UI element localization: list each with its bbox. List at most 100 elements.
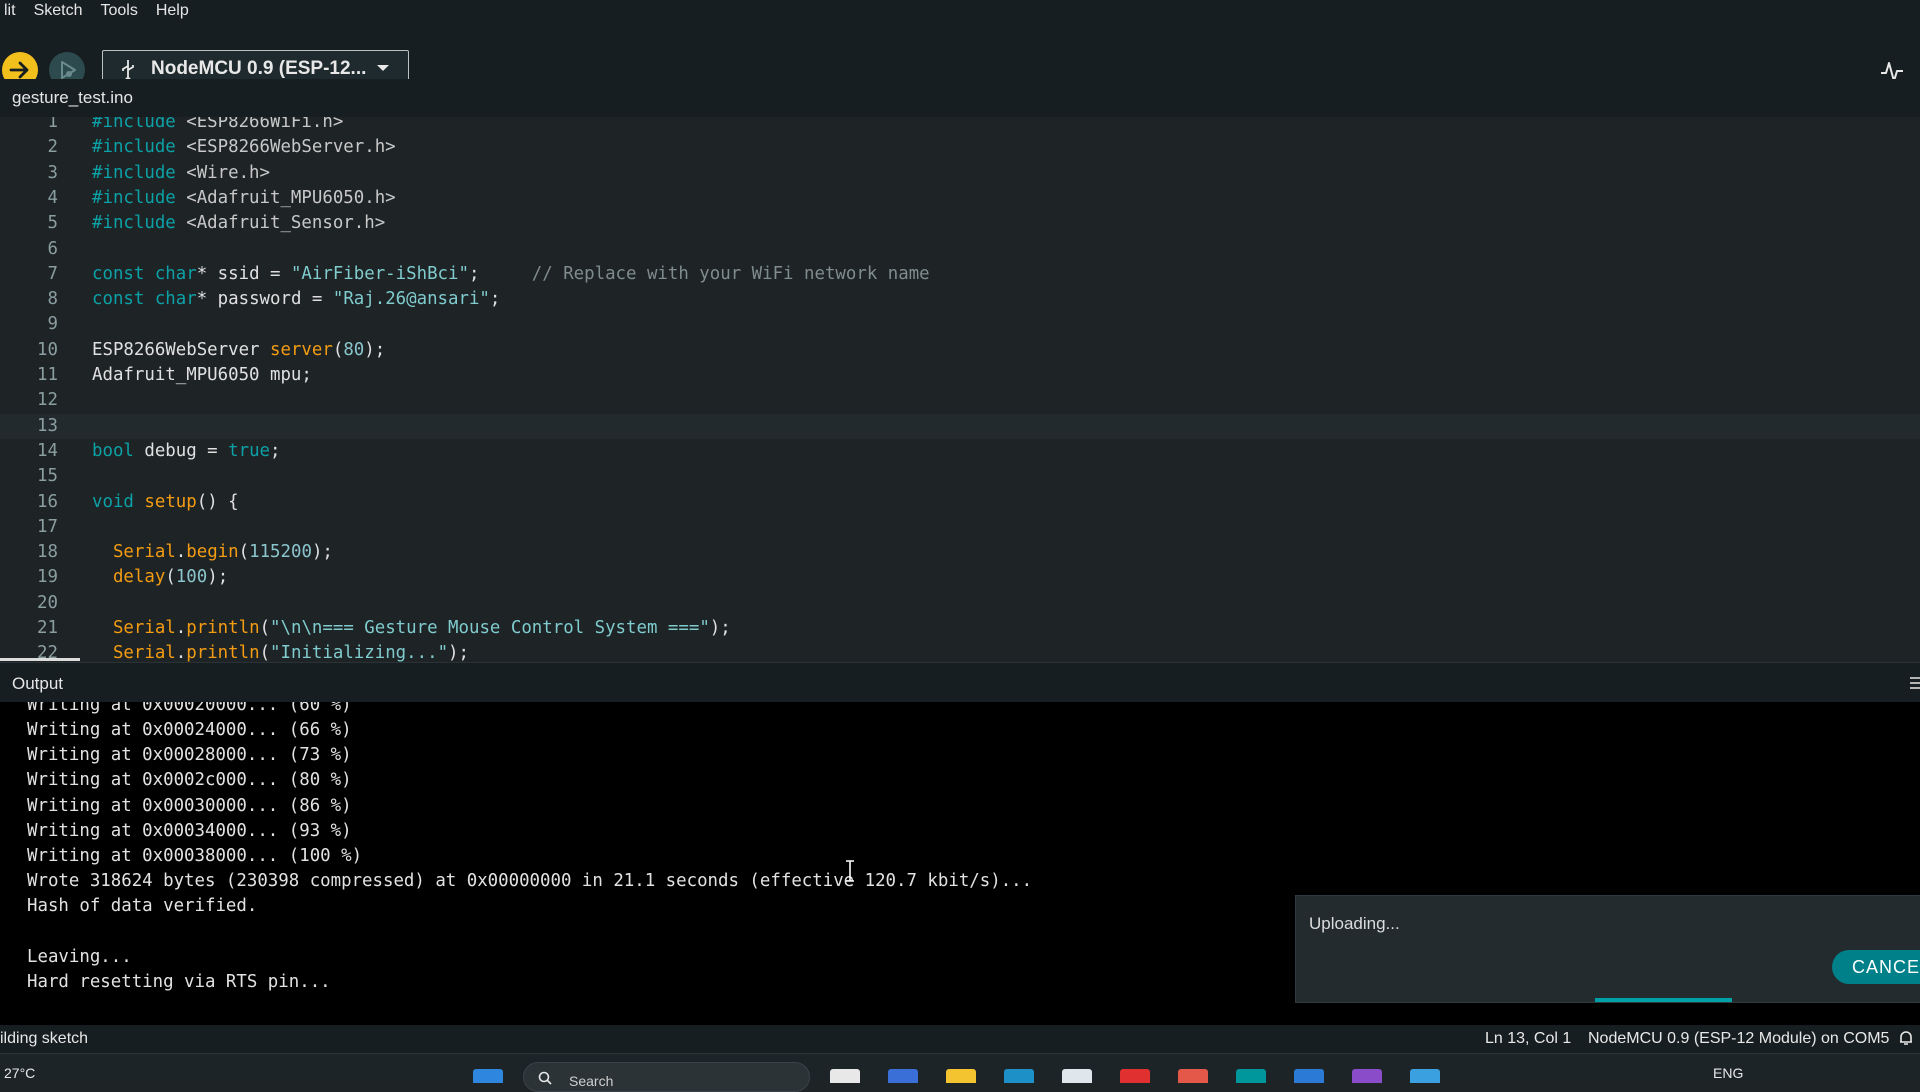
- code-line[interactable]: 15: [0, 464, 1920, 489]
- code-line[interactable]: 10 ESP8266WebServer server(80);: [0, 338, 1920, 363]
- code-line[interactable]: 11 Adafruit_MPU6050 mpu;: [0, 363, 1920, 388]
- code-line[interactable]: 13: [0, 413, 1920, 439]
- tab-strip: gesture_test.ino: [0, 79, 1920, 117]
- code-text: Adafruit_MPU6050 mpu;: [92, 363, 312, 388]
- code-token: <Wire.h>: [175, 162, 270, 183]
- notification-text: Uploading...: [1309, 914, 1400, 933]
- task-view-icon[interactable]: [830, 1069, 860, 1083]
- code-line[interactable]: 22 Serial.println("Initializing...");: [0, 641, 1920, 662]
- code-line[interactable]: 4 #include <Adafruit_MPU6050.h>: [0, 186, 1920, 211]
- code-text: delay(100);: [92, 565, 228, 590]
- windows-start-icon[interactable]: [473, 1069, 503, 1083]
- line-number: 16: [37, 491, 58, 512]
- menu-lines-icon[interactable]: [1910, 676, 1920, 690]
- code-line[interactable]: 21 Serial.println("\n\n=== Gesture Mouse…: [0, 616, 1920, 641]
- code-token: ;: [468, 263, 532, 284]
- status-bar: ilding sketch Ln 13, Col 1 NodeMCU 0.9 (…: [0, 1025, 1920, 1053]
- code-token: 100: [175, 567, 208, 588]
- code-token: .: [175, 618, 187, 638]
- notification-bell-icon[interactable]: [1898, 1030, 1914, 1046]
- line-number: 20: [37, 592, 58, 613]
- code-line[interactable]: 17: [0, 515, 1920, 540]
- code-line[interactable]: 3 #include <Wire.h>: [0, 161, 1920, 186]
- code-token: (: [332, 339, 344, 360]
- code-text: const char* password = "Raj.26@ansari";: [92, 287, 500, 312]
- file-explorer-icon[interactable]: [946, 1069, 976, 1083]
- code-token: true: [228, 440, 271, 461]
- app-icon[interactable]: [1120, 1069, 1150, 1083]
- scroll-indicator: [0, 658, 80, 661]
- line-number: 6: [47, 238, 58, 259]
- code-line[interactable]: 7 const char* ssid = "AirFiber-iShBci"; /…: [0, 262, 1920, 287]
- line-number: 4: [47, 187, 58, 208]
- copilot-icon[interactable]: [888, 1069, 918, 1083]
- menu-edit[interactable]: lit: [0, 2, 25, 20]
- menu-tools[interactable]: Tools: [91, 2, 146, 20]
- code-token: "\n\n=== Gesture Mouse Control System ==…: [270, 618, 710, 638]
- chevron-down-icon: [377, 65, 389, 71]
- edge-icon[interactable]: [1004, 1069, 1034, 1083]
- line-number: 19: [37, 567, 58, 588]
- line-number: 11: [37, 365, 58, 385]
- line-number: 13: [37, 415, 58, 436]
- code-line[interactable]: 8 const char* password = "Raj.26@ansari";: [0, 287, 1920, 312]
- weather-widget[interactable]: 27°C: [4, 1065, 35, 1081]
- code-text: #include <Wire.h>: [92, 161, 270, 186]
- cursor-position[interactable]: Ln 13, Col 1: [1485, 1030, 1571, 1048]
- app-icon[interactable]: [1410, 1069, 1440, 1083]
- output-line: Writing at 0x00034000... (93 %): [27, 821, 352, 841]
- app-icon[interactable]: [1178, 1069, 1208, 1083]
- code-token: 115200: [249, 542, 312, 563]
- app-icon[interactable]: [1352, 1069, 1382, 1083]
- code-text: Serial.println("\n\n=== Gesture Mouse Co…: [92, 616, 731, 641]
- language-indicator[interactable]: ENG: [1713, 1065, 1743, 1081]
- code-token: Adafruit_MPU6050 mpu;: [92, 365, 312, 385]
- code-token: );: [364, 339, 386, 360]
- code-line[interactable]: 12: [0, 388, 1920, 413]
- taskbar-search[interactable]: Search: [523, 1062, 810, 1092]
- code-token: const: [92, 289, 145, 310]
- store-icon[interactable]: [1062, 1069, 1092, 1083]
- arduino-ide-icon[interactable]: [1236, 1069, 1266, 1083]
- code-token: bool: [92, 440, 134, 461]
- code-line[interactable]: 18 Serial.begin(115200);: [0, 540, 1920, 565]
- vscode-icon[interactable]: [1294, 1069, 1324, 1083]
- code-token: println: [186, 643, 260, 662]
- code-line[interactable]: 9: [0, 312, 1920, 337]
- code-line[interactable]: 5 #include <Adafruit_Sensor.h>: [0, 211, 1920, 236]
- output-title: Output: [12, 674, 64, 693]
- tab-gesture-test[interactable]: gesture_test.ino: [0, 79, 145, 117]
- code-line[interactable]: 1 #include <ESP8266WiFi.h>: [0, 117, 1920, 135]
- code-token: () {: [196, 491, 239, 512]
- code-line[interactable]: 2 #include <ESP8266WebServer.h>: [0, 135, 1920, 160]
- output-line: Writing at 0x00028000... (73 %): [27, 745, 352, 765]
- code-line[interactable]: 14 bool debug = true;: [0, 439, 1920, 464]
- code-token: .: [175, 542, 187, 563]
- line-number: 2: [47, 137, 58, 158]
- code-text: Serial.println("Initializing...");: [92, 641, 469, 662]
- code-text: const char* ssid = "AirFiber-iShBci"; //…: [92, 262, 930, 287]
- output-line: Writing at 0x00020000... (60 %): [27, 702, 352, 715]
- code-editor[interactable]: 1 #include <ESP8266WiFi.h> 2 #include <ESP8…: [0, 117, 1920, 662]
- output-line: Hash of data verified.: [27, 896, 258, 916]
- line-number: 1: [47, 117, 58, 132]
- code-token: // Replace with your WiFi network name: [531, 263, 930, 284]
- code-line[interactable]: 6: [0, 237, 1920, 262]
- code-token: server: [270, 339, 333, 360]
- code-line[interactable]: 20: [0, 591, 1920, 616]
- menu-sketch[interactable]: Sketch: [25, 2, 92, 20]
- board-name: NodeMCU 0.9 (ESP-12...: [151, 58, 367, 79]
- board-port-status[interactable]: NodeMCU 0.9 (ESP-12 Module) on COM5: [1588, 1030, 1889, 1048]
- code-token: debug =: [133, 440, 229, 461]
- code-line[interactable]: 19 delay(100);: [0, 565, 1920, 590]
- line-number: 14: [37, 440, 58, 461]
- menu-help[interactable]: Help: [147, 2, 198, 20]
- taskbar: 27°C Search ENG: [0, 1053, 1920, 1092]
- code-line[interactable]: 16 void setup() {: [0, 490, 1920, 515]
- code-token: * ssid =: [196, 263, 291, 284]
- output-panel-header: Output: [0, 662, 1920, 703]
- code-token: #include: [92, 162, 176, 183]
- code-token: (: [259, 643, 271, 662]
- cancel-button[interactable]: CANCEL: [1832, 950, 1920, 984]
